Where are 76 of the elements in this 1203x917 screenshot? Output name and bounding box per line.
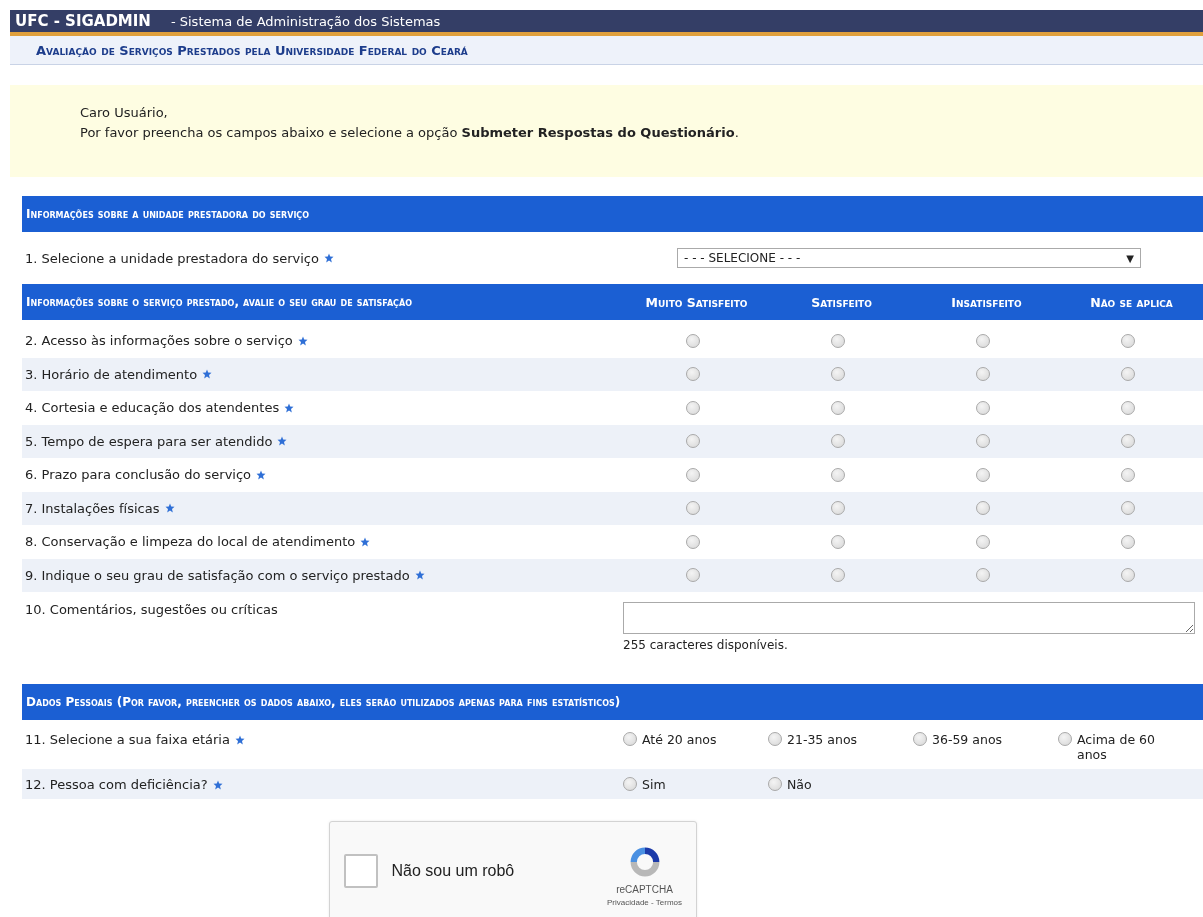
radio-button[interactable] [830, 434, 845, 449]
radio-button[interactable] [768, 732, 782, 746]
radio-button[interactable] [975, 400, 990, 415]
column-header: Satisfeito [810, 294, 873, 310]
radio-button[interactable] [830, 534, 845, 549]
radio-button[interactable] [685, 333, 700, 348]
radio-button[interactable] [1120, 367, 1135, 382]
privacy-terms-link[interactable]: Privacidade - Termos [607, 897, 682, 907]
notice-message: Por favor preencha os campos abaixo e selecione a opção Submeter Respostas do Questionário. [80, 124, 740, 142]
radio-button[interactable] [623, 732, 637, 746]
radio-button[interactable] [975, 333, 990, 348]
question-label: 1. Selecione a unidade prestadora do serviço [25, 250, 319, 266]
option-label: Acima de 60 anos [1077, 732, 1156, 762]
page-title: Avaliação de Serviços Prestados pela Universidade Federal do Ceará [36, 42, 468, 58]
radio-button[interactable] [768, 777, 782, 791]
radio-button[interactable] [1120, 434, 1135, 449]
radio-button[interactable] [685, 400, 700, 415]
radio-button[interactable] [685, 568, 700, 583]
option-label: 36-59 anos [932, 732, 1003, 747]
radio-button[interactable] [830, 568, 845, 583]
section-title: Informações sobre a unidade prestadora do serviço [26, 207, 310, 221]
option-label: Até 20 anos [642, 732, 717, 747]
question-label: 10. Comentários, sugestões ou críticas [25, 602, 278, 617]
question-label: 6. Prazo para conclusão do serviço [25, 467, 252, 483]
radio-button[interactable] [1120, 400, 1135, 415]
radio-button[interactable] [975, 367, 990, 382]
option-label: Sim [642, 777, 666, 792]
column-header: Muito Satisfeito [644, 294, 749, 310]
radio-button[interactable] [830, 501, 845, 516]
question-label: 11. Selecione a sua faixa etária [25, 732, 230, 747]
radio-button[interactable] [685, 367, 700, 382]
section-title: Informações sobre o serviço prestado, avalie o seu grau de satisfação [26, 295, 413, 309]
radio-button[interactable] [975, 434, 990, 449]
radio-button[interactable] [913, 732, 927, 746]
question-label: 3. Horário de atendimento [25, 366, 198, 382]
column-header: Não se aplica [1089, 294, 1174, 310]
option-label: Não [787, 777, 812, 792]
radio-button[interactable] [1120, 568, 1135, 583]
option-label: 21-35 anos [787, 732, 858, 747]
radio-button[interactable] [1058, 732, 1072, 746]
dropdown-arrow-icon: ▼ [1126, 252, 1134, 264]
radio-button[interactable] [1120, 501, 1135, 516]
section-title: Dados Pessoais (Por favor, preencher os dados abaixo, eles serão utilizados apenas para fins estatísticos) [26, 695, 621, 709]
unit-select[interactable]: - - - SELECIONE - - - ▼ [677, 248, 1141, 268]
radio-button[interactable] [685, 534, 700, 549]
radio-button[interactable] [975, 501, 990, 516]
radio-button[interactable] [685, 467, 700, 482]
comments-field[interactable] [623, 602, 1195, 634]
radio-button[interactable] [623, 777, 637, 791]
radio-button[interactable] [830, 400, 845, 415]
recaptcha-brand: reCAPTCHA [616, 883, 673, 895]
radio-button[interactable] [830, 467, 845, 482]
column-header: Insatisfeito [950, 294, 1023, 310]
question-label: 8. Conservação e limpeza do local de atendimento [25, 534, 356, 550]
question-label: 2. Acesso às informações sobre o serviço [25, 333, 293, 349]
greeting-text: Caro Usuário, [80, 104, 169, 122]
radio-button[interactable] [975, 467, 990, 482]
question-label: 4. Cortesia e educação dos atendentes [25, 400, 280, 416]
radio-button[interactable] [685, 434, 700, 449]
question-label: 12. Pessoa com deficiência? [25, 777, 208, 792]
radio-button[interactable] [830, 367, 845, 382]
radio-button[interactable] [685, 501, 700, 516]
system-name: UFC - SIGADMIN [15, 12, 151, 30]
radio-button[interactable] [975, 534, 990, 549]
radio-button[interactable] [1120, 467, 1135, 482]
radio-button[interactable] [975, 568, 990, 583]
question-label: 5. Tempo de espera para ser atendido [25, 433, 273, 449]
character-counter: 255 caracteres disponíveis. [623, 638, 789, 652]
captcha-checkbox[interactable] [343, 854, 378, 888]
radio-button[interactable] [1120, 534, 1135, 549]
system-subtitle: - Sistema de Administração dos Sistemas [170, 13, 441, 29]
radio-button[interactable] [830, 333, 845, 348]
question-label: 9. Indique o seu grau de satisfação com o serviço prestado [25, 567, 410, 583]
captcha-label: Não sou um robô [391, 862, 516, 880]
question-label: 7. Instalações físicas [25, 500, 160, 516]
radio-button[interactable] [1120, 333, 1135, 348]
